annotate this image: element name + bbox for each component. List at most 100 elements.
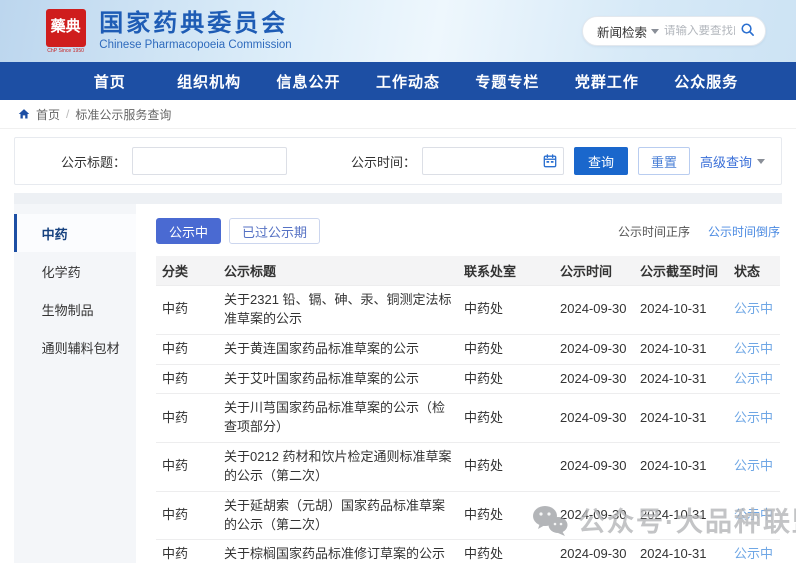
cell-title[interactable]: 关于2321 铅、镉、砷、汞、铜测定法标准草案的公示 (220, 285, 460, 335)
column-header-title: 公示标题 (220, 256, 460, 286)
cell-start: 2024-09-30 (556, 539, 636, 563)
column-header-office: 联系处室 (460, 256, 556, 286)
cell-cat: 中药 (156, 285, 220, 335)
cell-cat: 中药 (156, 393, 220, 444)
search-input[interactable] (664, 25, 735, 37)
cell-end: 2024-10-31 (636, 393, 730, 444)
logo: 藥典 ChP Since 1950 (44, 8, 87, 54)
cell-title[interactable]: 关于棕榈国家药品标准修订草案的公示 (220, 539, 460, 563)
title-filter-input[interactable] (132, 147, 288, 175)
sort-ascending-link[interactable]: 公示时间正序 (618, 223, 690, 240)
cell-start: 2024-09-30 (556, 364, 636, 395)
table-row: 中药 关于艾叶国家药品标准草案的公示 中药处 2024-09-30 2024-10-31… (156, 364, 780, 395)
nav-item-1[interactable]: 组织机构 (159, 71, 258, 92)
home-icon (18, 108, 30, 120)
cell-start: 2024-09-30 (556, 491, 636, 541)
page: 藥典 ChP Since 1950 国家药典委员会 Chinese Pharma… (0, 0, 796, 563)
cell-title[interactable]: 关于川芎国家药品标准草案的公示（检查项部分） (220, 393, 460, 444)
cell-start: 2024-09-30 (556, 442, 636, 492)
cell-title[interactable]: 关于黄连国家药品标准草案的公示 (220, 334, 460, 365)
cell-status[interactable]: 公示中 (730, 393, 780, 444)
cell-status[interactable]: 公示中 (730, 364, 780, 395)
sidebar-item-2[interactable]: 生物制品 (14, 290, 136, 328)
cell-end: 2024-10-31 (636, 442, 730, 492)
sidebar-item-1[interactable]: 化学药 (14, 252, 136, 290)
advanced-query-label: 高级查询 (699, 154, 752, 170)
site-header: 藥典 ChP Since 1950 国家药典委员会 Chinese Pharma… (0, 0, 796, 62)
title-filter-label: 公示标题： (61, 154, 127, 170)
breadcrumb-current: 标准公示服务查询 (75, 107, 172, 122)
cell-office: 中药处 (460, 491, 556, 541)
cell-title[interactable]: 关于0212 药材和饮片检定通则标准草案的公示（第二次） (220, 442, 460, 492)
column-header-status: 状态 (730, 256, 780, 286)
tab-in-progress[interactable]: 公示中 (156, 218, 222, 244)
table-row: 中药 关于棕榈国家药品标准修订草案的公示 中药处 2024-09-30 2024-10-… (156, 539, 780, 563)
status-link[interactable]: 公示中 (734, 371, 773, 386)
cell-cat: 中药 (156, 539, 220, 563)
brand-block: 国家药典委员会 Chinese Pharmacopoeia Commission (99, 9, 291, 51)
seal-caption: ChP Since 1950 (47, 47, 85, 54)
sidebar-item-3[interactable]: 通则辅料包材 (14, 328, 136, 366)
advanced-query-link[interactable]: 高级查询 (700, 152, 765, 171)
main-nav: 首页 组织机构 信息公开 工作动态 专题专栏 党群工作 公众服务 (0, 62, 796, 100)
cell-cat: 中药 (156, 334, 220, 365)
status-link[interactable]: 公示中 (734, 301, 773, 316)
cell-office: 中药处 (460, 285, 556, 335)
table-row: 中药 关于0212 药材和饮片检定通则标准草案的公示（第二次） 中药处 2024-09… (156, 442, 780, 492)
nav-item-5[interactable]: 党群工作 (557, 71, 656, 92)
search-category-select[interactable]: 新闻检索 (597, 22, 660, 41)
nav-item-4[interactable]: 专题专栏 (458, 71, 557, 92)
cell-cat: 中药 (156, 491, 220, 541)
content-area: 中药 化学药 生物制品 通则辅料包材 公示中 已过公示期 公示时间正序 公示时间倒序 … (0, 204, 796, 563)
filter-card: 公示标题： 公示时间： 查询 重置 高级查询 (14, 137, 782, 185)
cell-title[interactable]: 关于延胡索（元胡）国家药品标准草案的公示（第二次） (220, 491, 460, 541)
time-filter-label: 公示时间： (351, 154, 417, 170)
cell-status[interactable]: 公示中 (730, 491, 780, 541)
nav-item-6[interactable]: 公众服务 (657, 71, 756, 92)
filter-section: 公示标题： 公示时间： 查询 重置 高级查询 (0, 129, 796, 204)
status-link[interactable]: 公示中 (734, 410, 773, 425)
sort-descending-link[interactable]: 公示时间倒序 (708, 223, 780, 240)
cell-title[interactable]: 关于艾叶国家药品标准草案的公示 (220, 364, 460, 395)
sidebar-item-0[interactable]: 中药 (13, 214, 136, 252)
seal-logo-icon: 藥典 (45, 8, 86, 47)
announcement-table: 分类 公示标题 联系处室 公示时间 公示截至时间 状态 中药 关于2321 铅、镉、砷、汞、… (156, 256, 780, 563)
column-header-cat: 分类 (156, 256, 220, 286)
search-category-label: 新闻检索 (597, 25, 648, 40)
time-filter-box (422, 147, 565, 175)
cell-status[interactable]: 公示中 (730, 442, 780, 492)
cell-end: 2024-10-31 (636, 491, 730, 541)
cell-cat: 中药 (156, 442, 220, 492)
main-panel: 公示中 已过公示期 公示时间正序 公示时间倒序 分类 公示标题 联系处室 公示时间 公示… (136, 204, 796, 563)
table-header-row: 分类 公示标题 联系处室 公示时间 公示截至时间 状态 (156, 256, 780, 286)
status-link[interactable]: 公示中 (734, 546, 773, 561)
tab-expired[interactable]: 已过公示期 (229, 218, 321, 244)
table-row: 中药 关于延胡索（元胡）国家药品标准草案的公示（第二次） 中药处 2024-09-30… (156, 491, 780, 541)
table-row: 中药 关于黄连国家药品标准草案的公示 中药处 2024-09-30 2024-10-31… (156, 334, 780, 365)
cell-status[interactable]: 公示中 (730, 334, 780, 365)
chevron-down-icon (757, 158, 765, 164)
breadcrumb-home-link[interactable]: 首页 (36, 106, 60, 123)
search-icon (740, 22, 755, 40)
table-row: 中药 关于2321 铅、镉、砷、汞、铜测定法标准草案的公示 中药处 2024-09-3… (156, 285, 780, 335)
nav-item-0[interactable]: 首页 (60, 71, 159, 92)
column-header-start: 公示时间 (556, 256, 636, 286)
cell-end: 2024-10-31 (636, 364, 730, 395)
cell-end: 2024-10-31 (636, 539, 730, 563)
site-title: 国家药典委员会 (99, 9, 289, 37)
cell-status[interactable]: 公示中 (730, 539, 780, 563)
status-link[interactable]: 公示中 (734, 341, 773, 356)
reset-button[interactable]: 重置 (637, 147, 690, 175)
search-button[interactable] (740, 22, 755, 40)
column-header-end: 公示截至时间 (636, 256, 730, 286)
nav-item-3[interactable]: 工作动态 (358, 71, 457, 92)
tabs-row: 公示中 已过公示期 公示时间正序 公示时间倒序 (156, 218, 780, 244)
table-row: 中药 关于川芎国家药品标准草案的公示（检查项部分） 中药处 2024-09-30 202… (156, 393, 780, 444)
cell-end: 2024-10-31 (636, 285, 730, 335)
nav-item-2[interactable]: 信息公开 (259, 71, 358, 92)
cell-office: 中药处 (460, 539, 556, 563)
cell-status[interactable]: 公示中 (730, 285, 780, 335)
query-button[interactable]: 查询 (573, 147, 628, 175)
status-link[interactable]: 公示中 (734, 507, 773, 522)
status-link[interactable]: 公示中 (734, 458, 773, 473)
